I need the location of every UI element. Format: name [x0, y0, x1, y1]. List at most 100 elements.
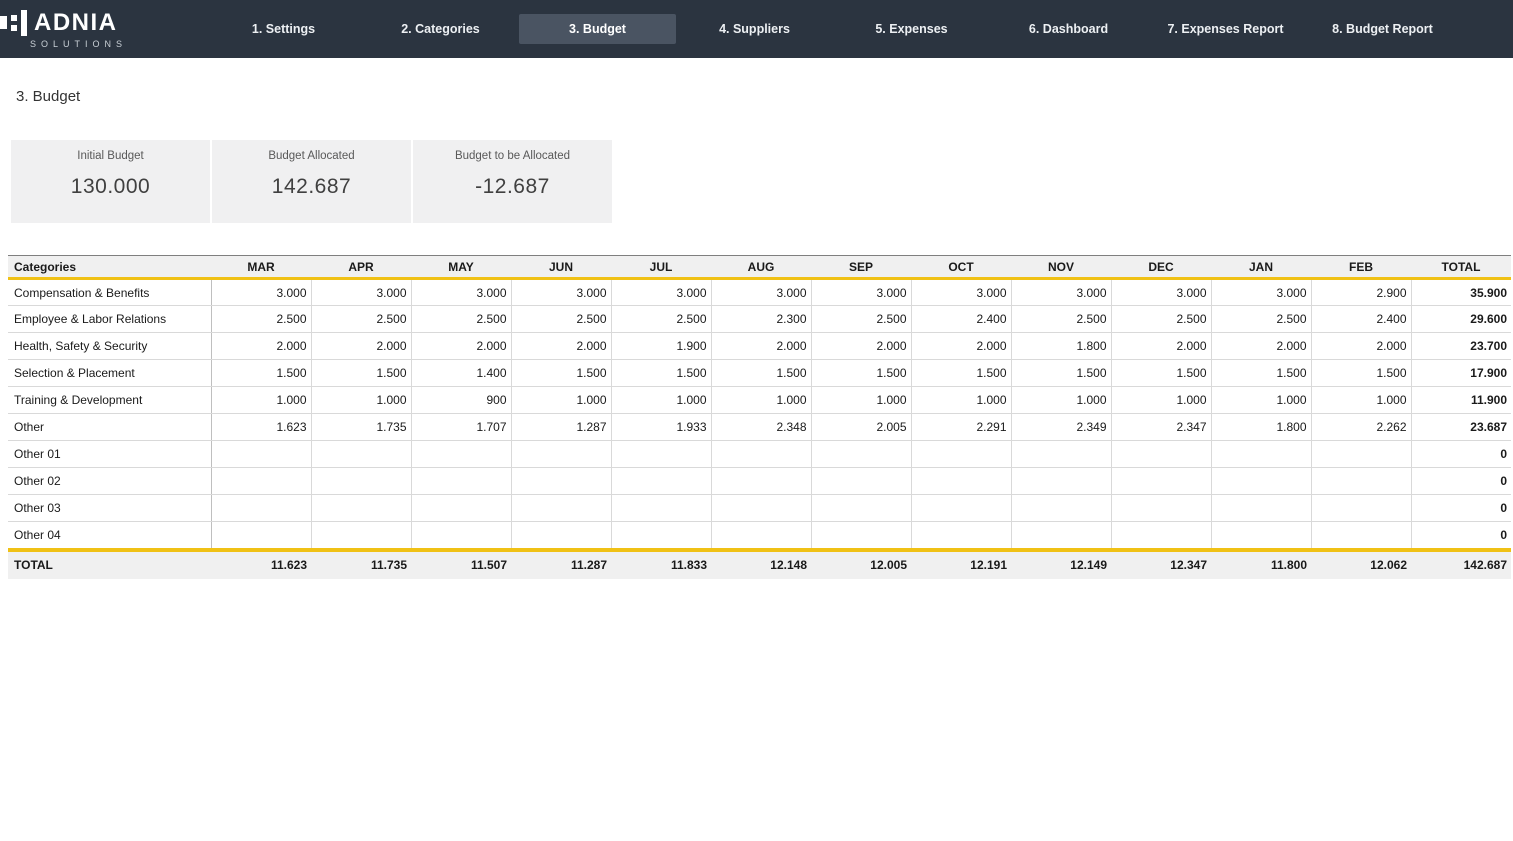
- budget-cell[interactable]: [1011, 522, 1111, 549]
- budget-cell[interactable]: [411, 495, 511, 522]
- budget-cell[interactable]: 3.000: [911, 279, 1011, 306]
- budget-cell[interactable]: [1311, 468, 1411, 495]
- budget-cell[interactable]: 1.000: [911, 387, 1011, 414]
- budget-cell[interactable]: 1.500: [1011, 360, 1111, 387]
- budget-cell[interactable]: [811, 495, 911, 522]
- budget-cell[interactable]: [711, 468, 811, 495]
- budget-cell[interactable]: [211, 441, 311, 468]
- budget-cell[interactable]: 1.000: [811, 387, 911, 414]
- budget-cell[interactable]: 2.000: [1111, 333, 1211, 360]
- budget-cell[interactable]: 1.000: [1011, 387, 1111, 414]
- budget-cell[interactable]: 3.000: [811, 279, 911, 306]
- budget-cell[interactable]: [411, 441, 511, 468]
- budget-cell[interactable]: 2.500: [811, 306, 911, 333]
- category-cell[interactable]: Other 02: [8, 468, 211, 495]
- budget-cell[interactable]: [1211, 468, 1311, 495]
- tab-expenses-report[interactable]: 7. Expenses Report: [1147, 14, 1304, 44]
- budget-cell[interactable]: 1.500: [1111, 360, 1211, 387]
- budget-cell[interactable]: 1.000: [1111, 387, 1211, 414]
- budget-cell[interactable]: [1311, 441, 1411, 468]
- budget-cell[interactable]: [1311, 495, 1411, 522]
- budget-cell[interactable]: 1.800: [1011, 333, 1111, 360]
- budget-cell[interactable]: [611, 495, 711, 522]
- budget-cell[interactable]: 1.500: [511, 360, 611, 387]
- budget-cell[interactable]: 1.500: [1311, 360, 1411, 387]
- budget-cell[interactable]: 1.500: [811, 360, 911, 387]
- budget-cell[interactable]: [1211, 441, 1311, 468]
- budget-cell[interactable]: 1.000: [1211, 387, 1311, 414]
- budget-cell[interactable]: 2.400: [911, 306, 1011, 333]
- category-cell[interactable]: Other: [8, 414, 211, 441]
- budget-cell[interactable]: 1.500: [1211, 360, 1311, 387]
- budget-cell[interactable]: 2.000: [811, 333, 911, 360]
- budget-cell[interactable]: 2.262: [1311, 414, 1411, 441]
- budget-cell[interactable]: [511, 522, 611, 549]
- budget-cell[interactable]: 1.000: [311, 387, 411, 414]
- budget-cell[interactable]: 2.500: [611, 306, 711, 333]
- budget-cell[interactable]: 3.000: [611, 279, 711, 306]
- budget-cell[interactable]: 3.000: [1111, 279, 1211, 306]
- budget-cell[interactable]: 3.000: [411, 279, 511, 306]
- budget-cell[interactable]: [1211, 522, 1311, 549]
- budget-cell[interactable]: 1.500: [311, 360, 411, 387]
- budget-cell[interactable]: 1.735: [311, 414, 411, 441]
- budget-cell[interactable]: 1.623: [211, 414, 311, 441]
- budget-cell[interactable]: [711, 495, 811, 522]
- budget-cell[interactable]: 1.500: [611, 360, 711, 387]
- budget-cell[interactable]: [411, 522, 511, 549]
- budget-cell[interactable]: 3.000: [711, 279, 811, 306]
- budget-cell[interactable]: 2.500: [211, 306, 311, 333]
- budget-cell[interactable]: [711, 441, 811, 468]
- budget-cell[interactable]: 2.000: [211, 333, 311, 360]
- budget-cell[interactable]: 2.000: [1311, 333, 1411, 360]
- category-cell[interactable]: Selection & Placement: [8, 360, 211, 387]
- budget-cell[interactable]: 3.000: [1211, 279, 1311, 306]
- budget-cell[interactable]: 2.000: [911, 333, 1011, 360]
- budget-cell[interactable]: [611, 441, 711, 468]
- budget-cell[interactable]: [711, 522, 811, 549]
- budget-cell[interactable]: 2.347: [1111, 414, 1211, 441]
- budget-cell[interactable]: 2.005: [811, 414, 911, 441]
- tab-settings[interactable]: 1. Settings: [205, 14, 362, 44]
- budget-cell[interactable]: 3.000: [1011, 279, 1111, 306]
- budget-cell[interactable]: 1.707: [411, 414, 511, 441]
- category-cell[interactable]: Health, Safety & Security: [8, 333, 211, 360]
- budget-cell[interactable]: [311, 441, 411, 468]
- tab-dashboard[interactable]: 6. Dashboard: [990, 14, 1147, 44]
- budget-cell[interactable]: 2.500: [1111, 306, 1211, 333]
- budget-cell[interactable]: 1.500: [911, 360, 1011, 387]
- budget-cell[interactable]: 1.000: [711, 387, 811, 414]
- budget-cell[interactable]: 2.349: [1011, 414, 1111, 441]
- budget-cell[interactable]: [911, 495, 1011, 522]
- tab-categories[interactable]: 2. Categories: [362, 14, 519, 44]
- budget-cell[interactable]: [1311, 522, 1411, 549]
- budget-cell[interactable]: [511, 441, 611, 468]
- budget-cell[interactable]: 1.287: [511, 414, 611, 441]
- tab-expenses[interactable]: 5. Expenses: [833, 14, 990, 44]
- budget-cell[interactable]: 2.900: [1311, 279, 1411, 306]
- category-cell[interactable]: Other 04: [8, 522, 211, 549]
- budget-cell[interactable]: 2.000: [511, 333, 611, 360]
- budget-cell[interactable]: 1.000: [611, 387, 711, 414]
- budget-cell[interactable]: [511, 468, 611, 495]
- budget-cell[interactable]: 1.000: [1311, 387, 1411, 414]
- budget-cell[interactable]: [1011, 495, 1111, 522]
- budget-cell[interactable]: [311, 495, 411, 522]
- budget-cell[interactable]: [1111, 468, 1211, 495]
- category-cell[interactable]: Training & Development: [8, 387, 211, 414]
- budget-cell[interactable]: 2.500: [1011, 306, 1111, 333]
- budget-cell[interactable]: [611, 522, 711, 549]
- budget-cell[interactable]: 2.500: [311, 306, 411, 333]
- budget-cell[interactable]: [811, 468, 911, 495]
- budget-cell[interactable]: 2.400: [1311, 306, 1411, 333]
- budget-cell[interactable]: 2.348: [711, 414, 811, 441]
- budget-cell[interactable]: 2.300: [711, 306, 811, 333]
- budget-cell[interactable]: 900: [411, 387, 511, 414]
- budget-cell[interactable]: 2.291: [911, 414, 1011, 441]
- budget-cell[interactable]: [811, 522, 911, 549]
- budget-cell[interactable]: [211, 495, 311, 522]
- budget-cell[interactable]: 2.000: [1211, 333, 1311, 360]
- budget-cell[interactable]: 2.000: [311, 333, 411, 360]
- budget-cell[interactable]: 3.000: [211, 279, 311, 306]
- budget-cell[interactable]: 2.500: [511, 306, 611, 333]
